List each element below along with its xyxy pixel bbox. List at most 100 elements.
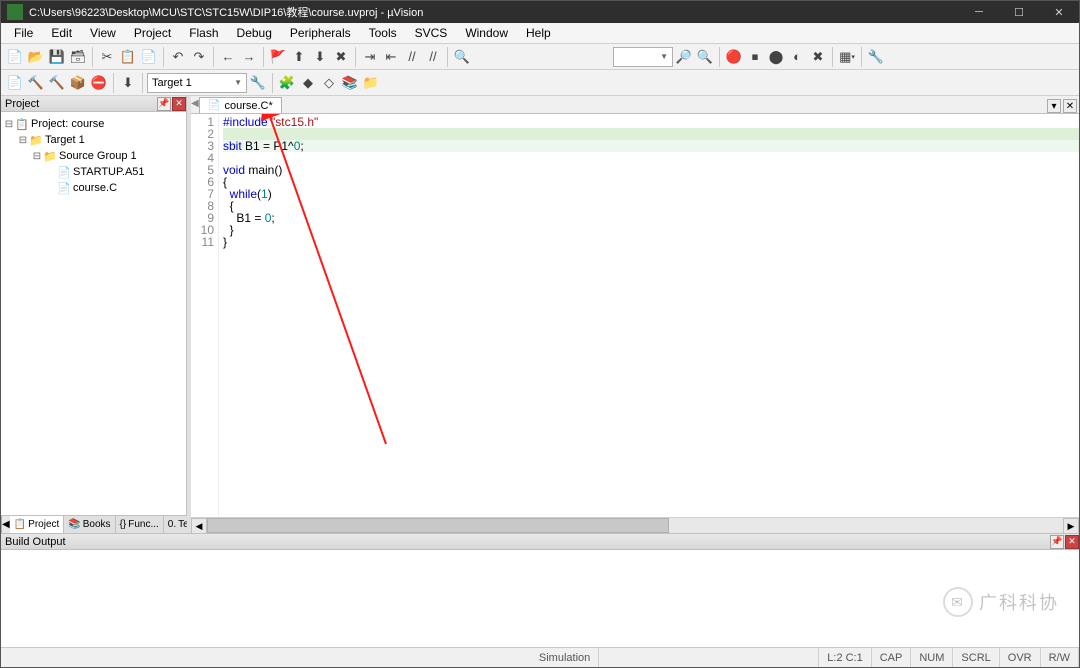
comment-button[interactable]: // [402, 47, 422, 67]
line-gutter: 1234567891011 [191, 114, 219, 517]
panel-tab-project[interactable]: 📋Project [10, 516, 65, 533]
select-packs-button[interactable]: ◆ [298, 73, 318, 93]
app-window: C:\Users\96223\Desktop\MCU\STC\STC15W\DI… [0, 0, 1080, 668]
panel-tab-functions[interactable]: {}Func... [116, 516, 164, 533]
status-rw: R/W [1041, 648, 1079, 667]
bookmark-next-button[interactable]: ⬇ [310, 47, 330, 67]
tab-scroll-left[interactable]: ◀ [1, 516, 10, 533]
configure-button[interactable]: 🔧 [866, 47, 886, 67]
code-editor[interactable]: 1234567891011 #include "stc15.h" sbit B1… [191, 114, 1079, 517]
menu-help[interactable]: Help [517, 24, 560, 42]
manage-rte-button[interactable]: 🧩 [277, 73, 297, 93]
nav-forward-button[interactable]: → [239, 47, 259, 67]
copy-button[interactable]: 📋 [118, 47, 138, 67]
books-button[interactable]: 📚 [340, 73, 360, 93]
save-all-button[interactable]: 🗃 [68, 47, 88, 67]
panel-tab-books[interactable]: 📚Books [64, 516, 115, 533]
menu-file[interactable]: File [5, 24, 42, 42]
editor-close-button[interactable]: ✕ [1063, 99, 1077, 113]
bookmark-toggle-button[interactable]: 🚩 [268, 47, 288, 67]
redo-button[interactable]: ↷ [189, 47, 209, 67]
status-scrl: SCRL [953, 648, 999, 667]
panel-close-button[interactable]: ✕ [172, 97, 186, 111]
editor-area: ◀ 📄 course.C* ▾ ✕ 1234567891011 #include… [191, 96, 1079, 533]
editor-menu-button[interactable]: ▾ [1047, 99, 1061, 113]
find-in-files-button[interactable]: 🔍 [452, 47, 472, 67]
project-tree[interactable]: ⊟📋 Project: course ⊟📁 Target 1 ⊟📁 Source… [1, 112, 186, 515]
target-combo-value: Target 1 [152, 77, 192, 89]
menu-tools[interactable]: Tools [360, 24, 406, 42]
scroll-thumb[interactable] [207, 518, 669, 533]
nav-back-button[interactable]: ← [218, 47, 238, 67]
open-file-button[interactable]: 📂 [26, 47, 46, 67]
editor-hscroll[interactable]: ◀ ▶ [191, 517, 1079, 533]
project-panel-header: Project 📌 ✕ [1, 96, 186, 112]
build-pin-button[interactable]: 📌 [1050, 535, 1064, 549]
breakpoint-kill-button[interactable]: ✖ [808, 47, 828, 67]
bookmark-prev-button[interactable]: ⬆ [289, 47, 309, 67]
code-content[interactable]: #include "stc15.h" sbit B1 = P1^0; void … [219, 114, 1079, 517]
debug-stop-button[interactable]: ⏹ [745, 47, 765, 67]
window-layout-button[interactable]: ▦▾ [837, 47, 857, 67]
status-empty [599, 648, 819, 667]
debug-start-button[interactable]: 🔴 [724, 47, 744, 67]
save-button[interactable]: 💾 [47, 47, 67, 67]
minimize-button[interactable]: ─ [959, 1, 999, 23]
editor-tab-bar: ◀ 📄 course.C* ▾ ✕ [191, 96, 1079, 114]
status-simulation: Simulation [531, 648, 599, 667]
build-output-body[interactable]: ✉ 广科科协 [1, 550, 1079, 647]
build-button[interactable]: 🔨 [26, 73, 46, 93]
toolbar-main: 📄 📂 💾 🗃 ✂ 📋 📄 ↶ ↷ ← → 🚩 ⬆ ⬇ ✖ ⇥ ⇤ // // … [1, 44, 1079, 70]
close-button[interactable]: ✕ [1039, 1, 1079, 23]
menu-edit[interactable]: Edit [42, 24, 81, 42]
cut-button[interactable]: ✂ [97, 47, 117, 67]
new-file-button[interactable]: 📄 [5, 47, 25, 67]
options-target-button[interactable]: 🔧 [248, 73, 268, 93]
watermark: ✉ 广科科协 [943, 587, 1059, 617]
project-panel: Project 📌 ✕ ⊟📋 Project: course ⊟📁 Target… [1, 96, 187, 533]
editor-tab-course[interactable]: 📄 course.C* [199, 97, 282, 113]
status-ovr: OVR [1000, 648, 1041, 667]
maximize-button[interactable]: ☐ [999, 1, 1039, 23]
build-close-button[interactable]: ✕ [1065, 535, 1079, 549]
indent-button[interactable]: ⇥ [360, 47, 380, 67]
scroll-right-button[interactable]: ▶ [1063, 518, 1079, 534]
status-cursor-pos: L:2 C:1 [819, 648, 871, 667]
translate-button[interactable]: 📄 [5, 73, 25, 93]
breakpoint-button[interactable]: ⬤ [766, 47, 786, 67]
incremental-find-button[interactable]: 🔍 [695, 47, 715, 67]
search-combo[interactable]: ▼ [613, 47, 673, 67]
project-panel-title: Project [5, 98, 39, 110]
bookmark-clear-button[interactable]: ✖ [331, 47, 351, 67]
menu-window[interactable]: Window [456, 24, 517, 42]
main-area: Project 📌 ✕ ⊟📋 Project: course ⊟📁 Target… [1, 96, 1079, 533]
menu-view[interactable]: View [81, 24, 125, 42]
title-bar: C:\Users\96223\Desktop\MCU\STC\STC15W\DI… [1, 1, 1079, 23]
target-combo[interactable]: Target 1 ▼ [147, 73, 247, 93]
manage-project-button[interactable]: 📁 [361, 73, 381, 93]
menu-flash[interactable]: Flash [180, 24, 227, 42]
menu-svcs[interactable]: SVCS [406, 24, 457, 42]
menu-peripherals[interactable]: Peripherals [281, 24, 360, 42]
pack-installer-button[interactable]: ◇ [319, 73, 339, 93]
project-panel-tabs: ◀ 📋Project 📚Books {}Func... 0.Temp... ▶ [1, 515, 186, 533]
status-cap: CAP [872, 648, 912, 667]
undo-button[interactable]: ↶ [168, 47, 188, 67]
paste-button[interactable]: 📄 [139, 47, 159, 67]
tree-root: ⊟📋 Project: course [3, 116, 184, 132]
wechat-icon: ✉ [943, 587, 973, 617]
menu-project[interactable]: Project [125, 24, 180, 42]
batch-build-button[interactable]: 📦 [68, 73, 88, 93]
build-output-header: Build Output 📌 ✕ [1, 534, 1079, 550]
unindent-button[interactable]: ⇤ [381, 47, 401, 67]
panel-pin-button[interactable]: 📌 [157, 97, 171, 111]
tree-file: 📄 course.C [3, 180, 184, 196]
stop-build-button[interactable]: ⛔ [89, 73, 109, 93]
uncomment-button[interactable]: // [423, 47, 443, 67]
breakpoint-toggle-button[interactable]: ◐ [787, 47, 807, 67]
download-button[interactable]: ⬇ [118, 73, 138, 93]
rebuild-button[interactable]: 🔨 [47, 73, 67, 93]
menu-debug[interactable]: Debug [228, 24, 281, 42]
find-button[interactable]: 🔎 [674, 47, 694, 67]
scroll-left-button[interactable]: ◀ [191, 518, 207, 534]
